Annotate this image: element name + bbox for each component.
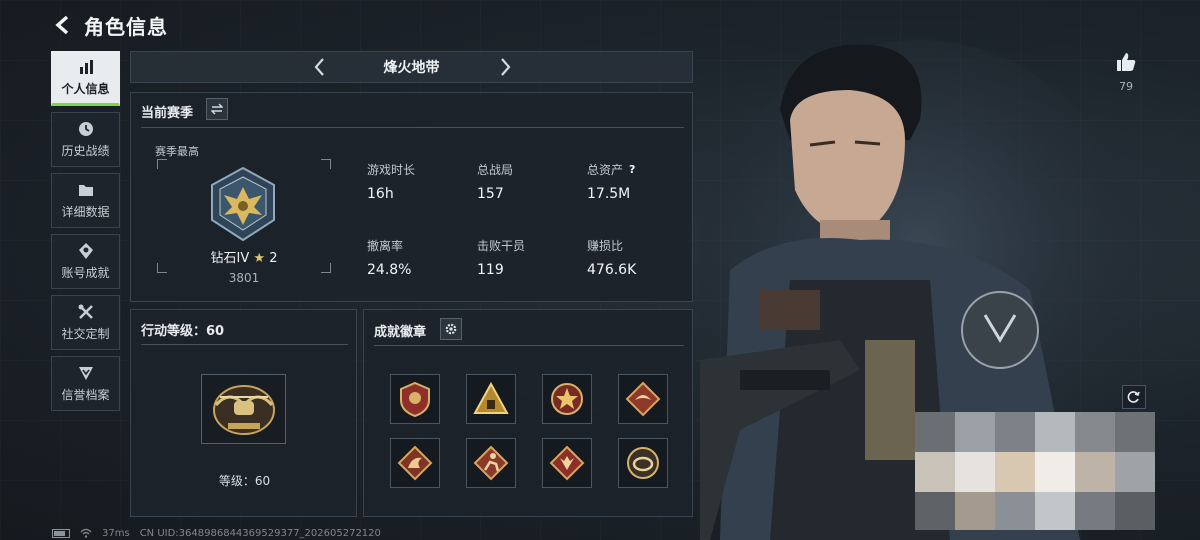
nav-label: 详细数据	[61, 205, 110, 219]
action-level-panel: 行动等级：60 等级：60	[130, 309, 357, 517]
rank-tier: 钻石IV	[210, 251, 250, 266]
bar-chart-icon	[79, 60, 93, 74]
uid-text: CN UID:3648986844369529377_202605272120	[139, 527, 381, 539]
badge-runner-icon[interactable]	[466, 438, 516, 488]
nav-item-details[interactable]: 详细数据	[51, 173, 120, 228]
side-nav: 个人信息 历史战绩 详细数据 账号成就 社交定制 信誉档案	[51, 51, 120, 411]
nav-label: 历史战绩	[61, 144, 110, 158]
stat-value: 119	[477, 262, 504, 278]
divider	[141, 344, 348, 345]
credit-icon	[78, 367, 93, 380]
action-level-title: 行动等级：60	[141, 324, 225, 339]
badge-grid	[390, 374, 668, 488]
stat-total-matches: 总战局 157	[477, 161, 577, 202]
nav-label: 账号成就	[61, 266, 110, 280]
back-arrow-icon[interactable]	[52, 14, 74, 36]
season-title: 当前赛季	[141, 106, 194, 121]
stat-extract-rate: 撤离率 24.8%	[367, 237, 467, 278]
nav-label: 个人信息	[61, 82, 110, 96]
folder-icon	[78, 185, 93, 196]
chevron-right-icon[interactable]	[494, 56, 516, 78]
stat-value: 17.5M	[587, 186, 631, 202]
diamond-rank-emblem	[211, 166, 275, 242]
nav-item-history[interactable]: 历史战绩	[51, 112, 120, 167]
like-count: 79	[1119, 80, 1133, 93]
rank-stars: 2	[269, 251, 278, 266]
stat-label: 游戏时长	[367, 163, 416, 177]
badge-star-icon[interactable]	[542, 374, 592, 424]
nav-item-credit-record[interactable]: 信誉档案	[51, 356, 120, 411]
stat-value: 476.6K	[587, 262, 637, 278]
thumbs-up-icon[interactable]	[1114, 50, 1138, 74]
stat-total-assets: 总资产 ? 17.5M	[587, 161, 687, 202]
stat-profit-ratio: 赚损比 476.6K	[587, 237, 687, 278]
level-emblem	[201, 374, 286, 444]
refresh-button[interactable]	[1122, 385, 1146, 409]
helicopter-emblem-icon	[213, 385, 275, 435]
badge-eagle-icon[interactable]	[618, 374, 668, 424]
stat-value: 16h	[367, 186, 394, 202]
season-panel: 当前赛季 赛季最高 钻石IV ★ 2 3801 游戏时长 16h 总战局 157…	[130, 92, 693, 302]
page-header: 角色信息	[52, 10, 168, 40]
season-best-label: 赛季最高	[155, 145, 199, 158]
help-icon[interactable]: ?	[629, 163, 635, 176]
stat-label: 赚损比	[587, 239, 624, 253]
ping-value: 37ms	[102, 527, 130, 539]
pixelated-censor	[915, 412, 1155, 530]
stat-value: 24.8%	[367, 262, 412, 278]
mode-label: 烽火地带	[383, 60, 440, 76]
battery-icon	[52, 528, 70, 538]
achievement-badges-panel: 成就徽章	[363, 309, 693, 517]
page-title: 角色信息	[84, 14, 168, 39]
stat-label: 击败干员	[477, 239, 526, 253]
rank-frame: 钻石IV ★ 2	[157, 159, 331, 273]
tools-icon	[78, 304, 93, 319]
achievement-icon	[78, 243, 93, 259]
mode-selector: 烽火地带	[130, 51, 693, 83]
refresh-icon	[1127, 391, 1140, 403]
nav-label: 社交定制	[61, 327, 110, 341]
stat-label: 撤离率	[367, 239, 404, 253]
chevron-left-icon[interactable]	[309, 56, 331, 78]
badge-shield-icon[interactable]	[390, 374, 440, 424]
nav-label: 信誉档案	[61, 388, 110, 402]
badge-triangle-icon[interactable]	[466, 374, 516, 424]
badge-dragon-icon[interactable]	[390, 438, 440, 488]
rank-name: 钻石IV ★ 2	[157, 247, 331, 266]
nav-item-social-custom[interactable]: 社交定制	[51, 295, 120, 350]
nav-item-personal-info[interactable]: 个人信息	[51, 51, 120, 106]
swap-season-button[interactable]	[206, 98, 228, 120]
stat-label: 总战局	[477, 163, 514, 177]
badge-crown-icon[interactable]	[618, 438, 668, 488]
divider	[374, 345, 684, 346]
stat-value: 157	[477, 186, 504, 202]
clock-icon	[78, 122, 93, 136]
stat-label: 总资产	[587, 163, 624, 177]
swap-icon	[211, 103, 223, 115]
divider	[141, 127, 684, 128]
badges-title: 成就徽章	[374, 325, 427, 340]
rank-points: 3801	[228, 271, 260, 285]
status-bar: 37ms CN UID:3648986844369529377_20260527…	[52, 526, 381, 540]
stat-operators-defeated: 击败干员 119	[477, 237, 577, 278]
level-value: 等级：60	[218, 474, 271, 488]
stat-play-time: 游戏时长 16h	[367, 161, 467, 202]
star-icon: ★	[253, 251, 266, 266]
gear-icon	[445, 323, 457, 335]
nav-item-achievements[interactable]: 账号成就	[51, 234, 120, 289]
badge-settings-button[interactable]	[440, 318, 462, 340]
wifi-icon	[80, 528, 92, 538]
badge-wolf-icon[interactable]	[542, 438, 592, 488]
